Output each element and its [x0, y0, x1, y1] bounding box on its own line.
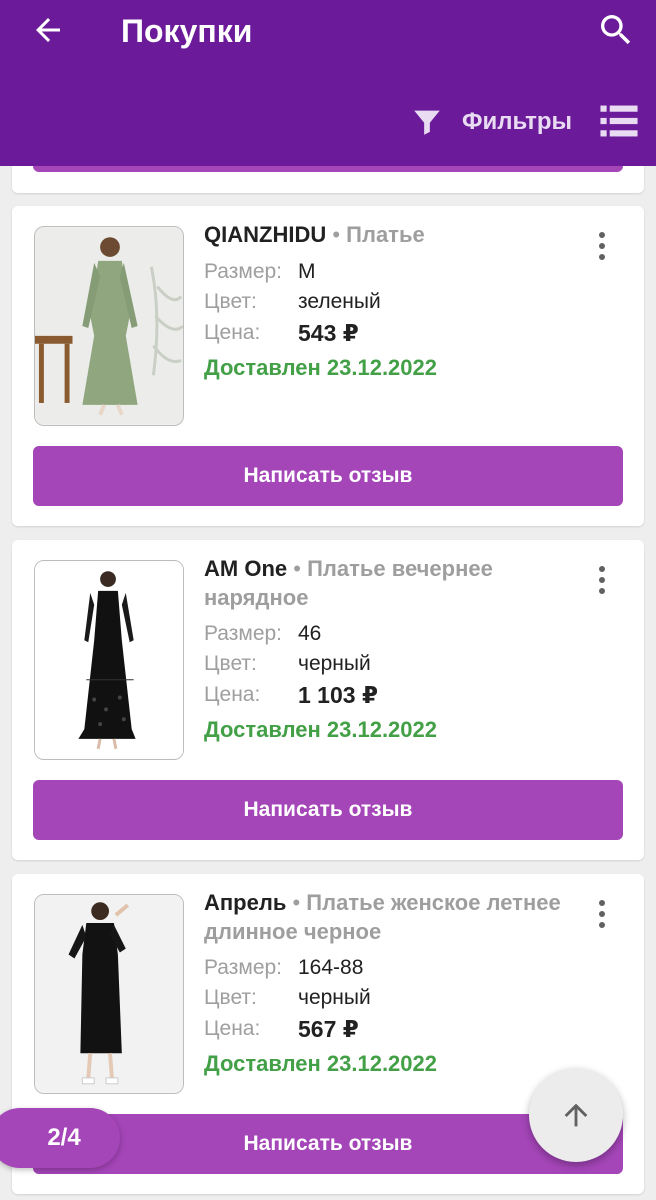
size-row: Размер: 164-88	[204, 954, 363, 982]
app-bar: Покупки Фильтры	[0, 0, 656, 166]
more-vert-icon[interactable]	[590, 896, 614, 932]
color-label: Цвет:	[204, 986, 257, 1009]
write-review-button[interactable]: Написать отзыв	[33, 780, 623, 840]
price-row: Цена: 1 103 ₽	[204, 681, 378, 709]
price-label: Цена:	[204, 683, 261, 706]
search-icon[interactable]	[596, 10, 636, 50]
scroll-to-top-button[interactable]	[529, 1068, 623, 1162]
color-row: Цвет: зеленый	[204, 288, 381, 316]
product-type: Платье	[346, 222, 425, 247]
delivery-status: Доставлен 23.12.2022	[204, 355, 437, 380]
price-row: Цена: 543 ₽	[204, 319, 359, 347]
size-label: Размер:	[204, 260, 283, 283]
more-vert-icon[interactable]	[590, 228, 614, 264]
product-title: QIANZHIDU • Платье	[204, 222, 425, 247]
price-label: Цена:	[204, 1017, 261, 1040]
size-value: 164-88	[298, 956, 364, 979]
write-review-button[interactable]: Написать отзыв	[33, 446, 623, 506]
price-value: 543 ₽	[298, 320, 359, 346]
color-label: Цвет:	[204, 652, 257, 675]
more-vert-icon[interactable]	[590, 562, 614, 598]
color-row: Цвет: черный	[204, 984, 371, 1012]
product-image[interactable]	[34, 560, 184, 760]
page-indicator: 2/4	[0, 1108, 120, 1168]
dress-photo	[35, 227, 183, 425]
color-row: Цвет: черный	[204, 650, 371, 678]
product-brand: QIANZHIDU	[204, 222, 327, 247]
product-title: AM One • Платье вечернее нарядное	[204, 556, 493, 610]
price-value: 567 ₽	[298, 1016, 359, 1042]
size-row: Размер: 46	[204, 620, 321, 648]
filter-icon	[414, 110, 440, 135]
delivery-status: Доставлен 23.12.2022	[204, 1051, 437, 1076]
size-value: M	[298, 260, 316, 283]
product-brand: Апрель	[204, 890, 287, 915]
list-view-icon[interactable]	[600, 104, 638, 138]
product-image[interactable]	[34, 226, 184, 426]
back-arrow-icon[interactable]	[30, 12, 66, 48]
product-title: Апрель • Платье женское летнее длинное ч…	[204, 890, 561, 944]
size-label: Размер:	[204, 956, 283, 979]
color-label: Цвет:	[204, 290, 257, 313]
size-value: 46	[298, 622, 322, 645]
product-image[interactable]	[34, 894, 184, 1094]
page-title: Покупки	[121, 13, 253, 49]
delivery-status: Доставлен 23.12.2022	[204, 717, 437, 742]
dress-photo	[35, 895, 183, 1093]
color-value: зеленый	[298, 290, 381, 313]
size-label: Размер:	[204, 622, 283, 645]
product-brand: AM One	[204, 556, 288, 581]
purchase-card[interactable]: AM One • Платье вечернее нарядное Размер…	[12, 540, 644, 860]
color-value: черный	[298, 986, 371, 1009]
price-value: 1 103 ₽	[298, 682, 378, 708]
size-row: Размер: M	[204, 258, 316, 286]
purchase-card[interactable]: QIANZHIDU • Платье Размер: M Цвет: зелен…	[12, 206, 644, 526]
dress-photo	[35, 561, 183, 759]
price-row: Цена: 567 ₽	[204, 1015, 359, 1043]
filter-label: Фильтры	[462, 108, 573, 135]
filter-button[interactable]: Фильтры	[410, 100, 572, 144]
color-value: черный	[298, 652, 371, 675]
arrow-up-icon	[564, 1103, 588, 1127]
price-label: Цена:	[204, 321, 261, 344]
